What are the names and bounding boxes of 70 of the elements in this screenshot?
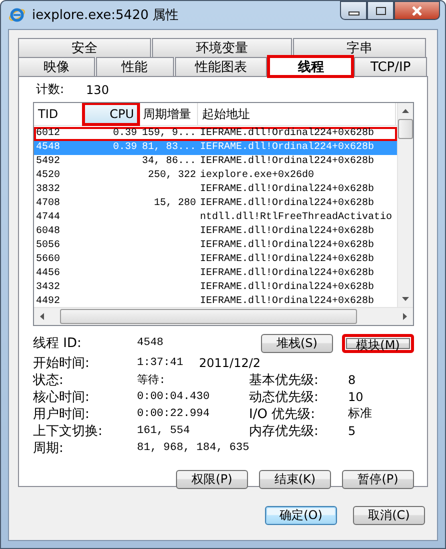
count-label: 计数: xyxy=(36,81,64,98)
dialog-button[interactable]: 结束(K) xyxy=(259,470,331,489)
field-label: 动态优先级: xyxy=(249,388,320,406)
scroll-thumb[interactable] xyxy=(398,119,413,139)
tab[interactable]: 安全 xyxy=(18,38,151,57)
tab[interactable]: 性能图表 xyxy=(174,57,268,76)
field-value: 等待: xyxy=(137,373,167,387)
field-label: 用户时间: xyxy=(33,406,90,422)
dialog-button[interactable]: 取消(C) xyxy=(353,506,425,525)
thread-row[interactable]: 3832 IEFRAME.dll!Ordinal224+0x628b xyxy=(34,183,397,197)
tab[interactable]: 线程 xyxy=(268,56,354,77)
tab[interactable]: 环境变量 xyxy=(152,38,292,57)
close-button[interactable] xyxy=(394,1,440,20)
field-label: 内存优先级: xyxy=(249,422,320,440)
scroll-thumb[interactable] xyxy=(60,309,357,324)
field-value: 0:00:22.994 xyxy=(137,408,211,420)
minimize-button[interactable] xyxy=(340,1,367,20)
column-header[interactable]: 起始地址 xyxy=(198,103,396,125)
tab[interactable]: TCP/IP xyxy=(354,57,428,76)
vertical-scrollbar[interactable] xyxy=(397,103,413,307)
field-label: 核心时间: xyxy=(33,388,90,406)
dialog-button[interactable]: 堆栈(S) xyxy=(261,334,333,352)
dialog-button[interactable]: 确定(O) xyxy=(265,506,337,525)
field-label: 基本优先级: xyxy=(249,372,320,388)
maximize-button[interactable] xyxy=(367,1,394,20)
field-value: 81, 968, 184, 635 xyxy=(137,442,250,454)
field-label: 开始时间: xyxy=(33,354,90,372)
horizontal-scrollbar[interactable] xyxy=(34,307,413,325)
field-label: 线程 ID: xyxy=(33,335,82,352)
field-label: 上下文切换: xyxy=(33,422,104,440)
field-value: 4548 xyxy=(137,337,164,349)
count-value: 130 xyxy=(86,82,109,96)
thread-row[interactable]: 5056 IEFRAME.dll!Ordinal224+0x628b xyxy=(34,239,397,253)
column-header[interactable]: 周期增量 xyxy=(139,103,198,125)
thread-row[interactable]: 4744 ntdll.dll!RtlFreeThreadActivatio xyxy=(34,211,397,225)
dialog-button[interactable]: 权限(P) xyxy=(176,470,248,489)
field-value: 1:37:41 xyxy=(137,356,184,368)
maximize-icon xyxy=(374,6,386,16)
field-label: 状态: xyxy=(33,372,64,388)
column-header[interactable]: CPU xyxy=(83,103,139,125)
dialog-button[interactable]: 模块(M) xyxy=(342,334,414,352)
browser-logo-icon xyxy=(8,6,26,24)
field-value: 161, 554 xyxy=(137,424,191,436)
down-arrow-icon[interactable] xyxy=(402,297,409,301)
field-value: 8 xyxy=(348,372,356,386)
field-value: 10 xyxy=(348,390,364,404)
thread-row[interactable]: 6012 0.39 159, 9... IEFRAME.dll!Ordinal224+0x628b xyxy=(34,127,397,141)
tab[interactable]: 字串 xyxy=(293,38,426,57)
thread-row[interactable]: 4456 IEFRAME.dll!Ordinal224+0x628b xyxy=(34,267,397,281)
window-title: iexplore.exe:5420 属性 xyxy=(32,7,179,24)
thread-row[interactable]: 4520 250, 322 iexplore.exe+0x26d0 xyxy=(34,169,397,183)
field-value: 0:00:04.430 xyxy=(137,390,211,402)
left-arrow-icon[interactable] xyxy=(40,313,44,320)
field-value: 标准 xyxy=(348,405,372,422)
thread-row[interactable]: 5492 34, 86... IEFRAME.dll!Ordinal224+0x628b xyxy=(34,155,397,169)
field-value: 2011/12/2 xyxy=(199,356,261,370)
tab[interactable]: 映像 xyxy=(18,57,95,76)
thread-row[interactable]: 6048 IEFRAME.dll!Ordinal224+0x628b xyxy=(34,225,397,239)
thread-row[interactable]: 3432 IEFRAME.dll!Ordinal224+0x628b xyxy=(34,281,397,295)
thread-row[interactable]: 4708 15, 280 IEFRAME.dll!Ordinal224+0x628b xyxy=(34,197,397,211)
dialog-button[interactable]: 暂停(P) xyxy=(342,470,414,489)
field-label: 周期: xyxy=(33,440,64,456)
field-label: I/O 优先级: xyxy=(249,406,316,422)
tab[interactable]: 性能 xyxy=(96,57,174,76)
right-arrow-icon[interactable] xyxy=(403,313,407,320)
field-value: 5 xyxy=(348,424,356,438)
thread-row[interactable]: 5660 IEFRAME.dll!Ordinal224+0x628b xyxy=(34,253,397,267)
close-icon xyxy=(410,4,424,16)
up-arrow-icon[interactable] xyxy=(402,109,409,113)
thread-row[interactable]: 4492 IEFRAME.dll!Ordinal224+0x628b xyxy=(34,295,397,307)
